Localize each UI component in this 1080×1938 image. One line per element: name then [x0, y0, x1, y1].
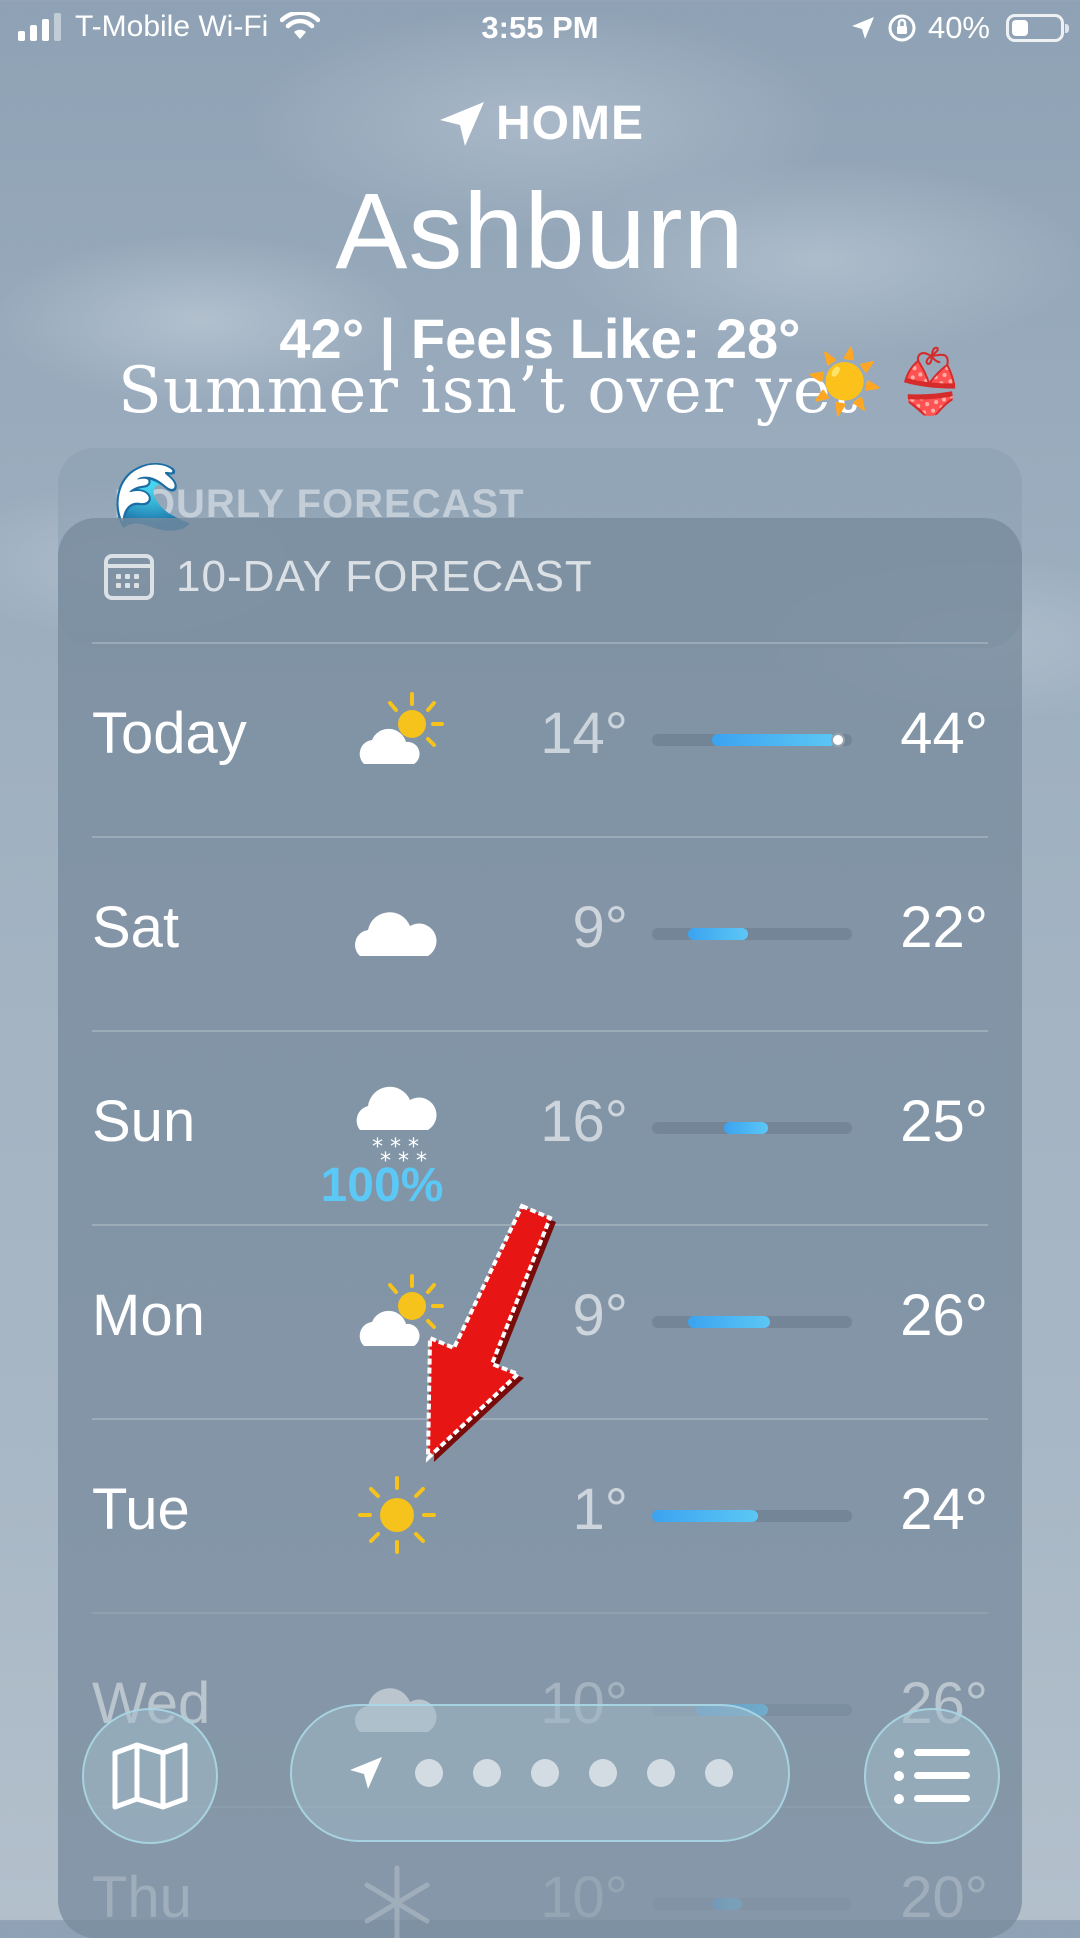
temp-range-bar	[652, 733, 852, 747]
forecast-title: 10-DAY FORECAST	[176, 552, 593, 601]
day-label: Mon	[92, 1283, 205, 1348]
forecast-row[interactable]: Sun * * * * * * 100% 16° 25°	[92, 1030, 988, 1224]
orientation-lock-icon	[888, 14, 916, 42]
high-temp: 25°	[900, 1089, 988, 1154]
location-arrow-icon	[440, 101, 484, 146]
current-location-page-icon[interactable]	[347, 1754, 385, 1792]
page-dot[interactable]	[589, 1759, 617, 1787]
day-label: Thu	[92, 1865, 192, 1930]
home-label: HOME	[496, 97, 644, 150]
snowflake-icon	[342, 1848, 452, 1938]
cloud-icon	[342, 878, 452, 988]
temp-range-bar	[652, 1122, 852, 1134]
location-header: HOME	[0, 96, 1080, 151]
high-temp: 26°	[900, 1283, 988, 1348]
low-temp: 10°	[540, 1865, 628, 1930]
page-dot[interactable]	[415, 1759, 443, 1787]
high-temp: 24°	[900, 1477, 988, 1542]
low-temp: 14°	[540, 701, 628, 766]
high-temp: 20°	[900, 1865, 988, 1930]
high-temp: 44°	[900, 701, 988, 766]
temp-range-fill	[712, 1898, 742, 1910]
temp-range-bar	[652, 1316, 852, 1328]
map-button[interactable]	[82, 1708, 218, 1844]
day-label: Sun	[92, 1089, 196, 1154]
calendar-icon	[104, 554, 154, 600]
battery-percent: 40%	[927, 10, 990, 45]
locations-list-button[interactable]	[864, 1708, 1000, 1844]
temp-range-fill	[724, 1122, 768, 1134]
day-label: Tue	[92, 1477, 190, 1542]
temp-range-bar	[652, 928, 852, 940]
low-temp: 1°	[572, 1477, 628, 1542]
day-label: Today	[92, 701, 247, 766]
page-dots	[415, 1759, 733, 1787]
low-temp: 9°	[572, 895, 628, 960]
location-services-icon	[851, 17, 874, 39]
high-temp: 22°	[900, 895, 988, 960]
overlay-emoji: ☀️ 👙	[806, 346, 968, 419]
list-icon	[894, 1748, 970, 1804]
city-name: Ashburn	[335, 170, 745, 291]
partly-sunny-icon	[342, 684, 452, 794]
temp-range-bar	[652, 1898, 852, 1910]
map-icon	[112, 1742, 188, 1810]
temp-range-fill	[688, 928, 748, 940]
sun-icon	[342, 1460, 452, 1570]
overlay-caption: Summer isn’t over yet	[118, 354, 859, 428]
low-temp: 16°	[540, 1089, 628, 1154]
temp-range-fill	[652, 1510, 758, 1522]
temp-range-bar	[652, 1510, 852, 1522]
temp-range-fill	[688, 1316, 770, 1328]
low-temp: 9°	[572, 1283, 628, 1348]
battery-icon	[1006, 14, 1069, 42]
page-dot[interactable]	[647, 1759, 675, 1787]
sun-emoji: ☀️	[806, 348, 884, 417]
current-temp-dot	[831, 733, 845, 747]
day-label: Sat	[92, 895, 180, 960]
forecast-row[interactable]: Sat 9° 22°	[92, 836, 988, 1030]
page-dot[interactable]	[531, 1759, 559, 1787]
status-bar: T-Mobile Wi-Fi 3:55 PM 40%	[0, 0, 1080, 58]
forecast-row[interactable]: Today 14° 44°	[92, 642, 988, 836]
bikini-emoji: 👙	[891, 348, 969, 417]
page-dot[interactable]	[473, 1759, 501, 1787]
location-pager[interactable]	[290, 1704, 790, 1842]
page-dot[interactable]	[705, 1759, 733, 1787]
red-arrow-annotation	[425, 1203, 556, 1463]
temp-range-fill	[712, 734, 836, 746]
